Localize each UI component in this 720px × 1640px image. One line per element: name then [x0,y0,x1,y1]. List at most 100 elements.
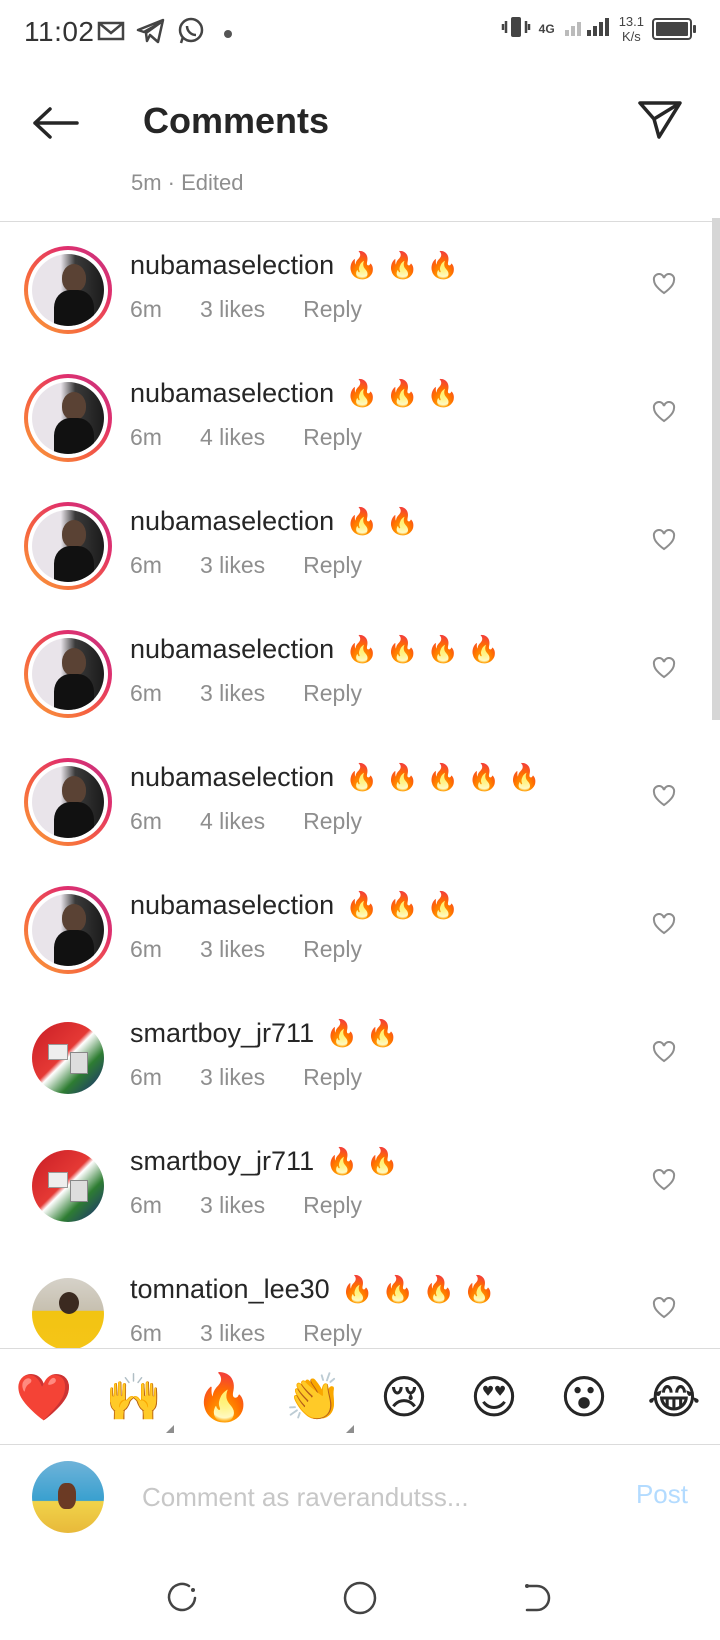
comment-row[interactable]: nubamaselection 🔥 🔥 🔥 6m 4 likes Reply [0,350,720,478]
comment-username[interactable]: tomnation_lee30 [130,1274,330,1304]
reply-button[interactable]: Reply [303,424,362,450]
avatar-story-ring[interactable] [24,630,112,718]
comment-row[interactable]: nubamaselection 🔥 🔥 🔥 6m 3 likes Reply [0,862,720,990]
comment-likes[interactable]: 3 likes [200,296,265,322]
comment-likes[interactable]: 3 likes [200,1320,265,1346]
back-nav-icon [525,1584,551,1612]
comment-row[interactable]: nubamaselection 🔥 🔥 🔥 🔥 🔥 6m 4 likes Reply [0,734,720,862]
vibrate-icon [501,15,531,44]
reply-button[interactable]: Reply [303,296,362,322]
emoji-clap[interactable]: 👏 [284,1367,354,1433]
comment-row[interactable]: nubamaselection 🔥 🔥 🔥 6m 3 likes Reply [0,222,720,350]
avatar-wrap[interactable] [24,1014,112,1102]
avatar-story-ring[interactable] [24,502,112,590]
comment-username[interactable]: nubamaselection [130,634,334,664]
page-title: Comments [143,100,330,141]
recent-apps-button[interactable] [162,1578,202,1618]
comment-time: 6m [130,552,162,578]
avatar [32,510,104,582]
avatar [32,894,104,966]
avatar-story-ring[interactable] [24,758,112,846]
comment-username[interactable]: nubamaselection [130,506,334,536]
avatar-wrap[interactable] [24,1142,112,1230]
avatar-story-ring[interactable] [24,246,112,334]
comment-likes[interactable]: 4 likes [200,424,265,450]
battery-icon [652,18,696,40]
comment-text: 🔥 🔥 🔥 🔥 [341,1275,496,1305]
comment-username[interactable]: nubamaselection [130,890,334,920]
reply-button[interactable]: Reply [303,680,362,706]
heart-icon[interactable] [650,910,678,938]
speed-value: 13.1 [618,14,644,29]
comment-text: 🔥 🔥 [325,1019,399,1049]
back-button[interactable] [28,96,82,150]
reply-button[interactable]: Reply [303,552,362,578]
post-button[interactable]: Post [636,1479,688,1510]
comment-time: 6m [130,424,162,450]
comment-row[interactable]: nubamaselection 🔥 🔥 6m 3 likes Reply [0,478,720,606]
emoji-laughing[interactable]: 😂 [644,1367,704,1427]
comment-username[interactable]: nubamaselection [130,762,334,792]
heart-icon[interactable] [650,1166,678,1194]
back-nav-button[interactable] [516,1578,556,1618]
comment-likes[interactable]: 3 likes [200,552,265,578]
avatar-wrap[interactable] [24,1270,112,1348]
status-bar: 11:02 4G 13.1 K/s [0,0,720,66]
share-button[interactable] [634,94,686,146]
comment-row[interactable]: smartboy_jr711 🔥 🔥 6m 3 likes Reply [0,990,720,1118]
reply-button[interactable]: Reply [303,936,362,962]
comment-likes[interactable]: 3 likes [200,1192,265,1218]
comment-text: 🔥 🔥 [325,1147,399,1177]
caption-meta: 5m · Edited [131,170,244,195]
heart-icon[interactable] [650,654,678,682]
heart-icon[interactable] [650,782,678,810]
emoji-heart[interactable]: ❤️ [14,1367,74,1427]
comment-text: 🔥 🔥 🔥 🔥 🔥 [345,763,541,793]
heart-icon[interactable] [650,526,678,554]
comment-username[interactable]: nubamaselection [130,378,334,408]
emoji-fire[interactable]: 🔥 [194,1367,254,1427]
gmail-icon [96,19,126,48]
comment-row[interactable]: tomnation_lee30 🔥 🔥 🔥 🔥 6m 3 likes Reply [0,1246,720,1348]
recent-apps-icon [167,1582,197,1612]
reply-button[interactable]: Reply [303,1320,362,1346]
network-type: 4G [538,22,555,36]
system-icons: 4G 13.1 K/s [501,14,696,44]
avatar [32,1150,104,1222]
comment-likes[interactable]: 3 likes [200,936,265,962]
avatar [32,766,104,838]
comment-username[interactable]: smartboy_jr711 [130,1018,314,1048]
home-button[interactable] [340,1578,380,1618]
comment-text: 🔥 🔥 🔥 [345,379,460,409]
reply-button[interactable]: Reply [303,808,362,834]
avatar-story-ring[interactable] [24,886,112,974]
comment-time: 6m [130,936,162,962]
reply-button[interactable]: Reply [303,1064,362,1090]
emoji-surprised[interactable]: 😮 [554,1367,614,1427]
comment-likes[interactable]: 3 likes [200,680,265,706]
comment-input[interactable] [140,1473,614,1521]
comment-username[interactable]: smartboy_jr711 [130,1146,314,1176]
emoji-crying[interactable]: 😢 [374,1367,434,1427]
heart-icon[interactable] [650,1038,678,1066]
system-nav-bar [0,1556,720,1640]
emoji-heart-eyes[interactable]: 😍 [464,1367,524,1427]
comment-row[interactable]: nubamaselection 🔥 🔥 🔥 🔥 6m 3 likes Reply [0,606,720,734]
heart-icon[interactable] [650,270,678,298]
avatar [32,1278,104,1348]
comment-likes[interactable]: 3 likes [200,1064,265,1090]
comment-likes[interactable]: 4 likes [200,808,265,834]
avatar-story-ring[interactable] [24,374,112,462]
status-time: 11:02 [24,16,95,47]
comment-time: 6m [130,1320,162,1346]
heart-icon[interactable] [650,398,678,426]
scrollbar[interactable] [712,218,720,720]
avatar [32,382,104,454]
comment-row[interactable]: smartboy_jr711 🔥 🔥 6m 3 likes Reply [0,1118,720,1246]
skin-tone-indicator [346,1425,354,1433]
comment-username[interactable]: nubamaselection [130,250,334,280]
reply-button[interactable]: Reply [303,1192,362,1218]
comment-list[interactable]: nubamaselection 🔥 🔥 🔥 6m 3 likes Reply nub… [0,222,720,1348]
heart-icon[interactable] [650,1294,678,1322]
emoji-raised-hands[interactable]: 🙌 [104,1367,174,1433]
